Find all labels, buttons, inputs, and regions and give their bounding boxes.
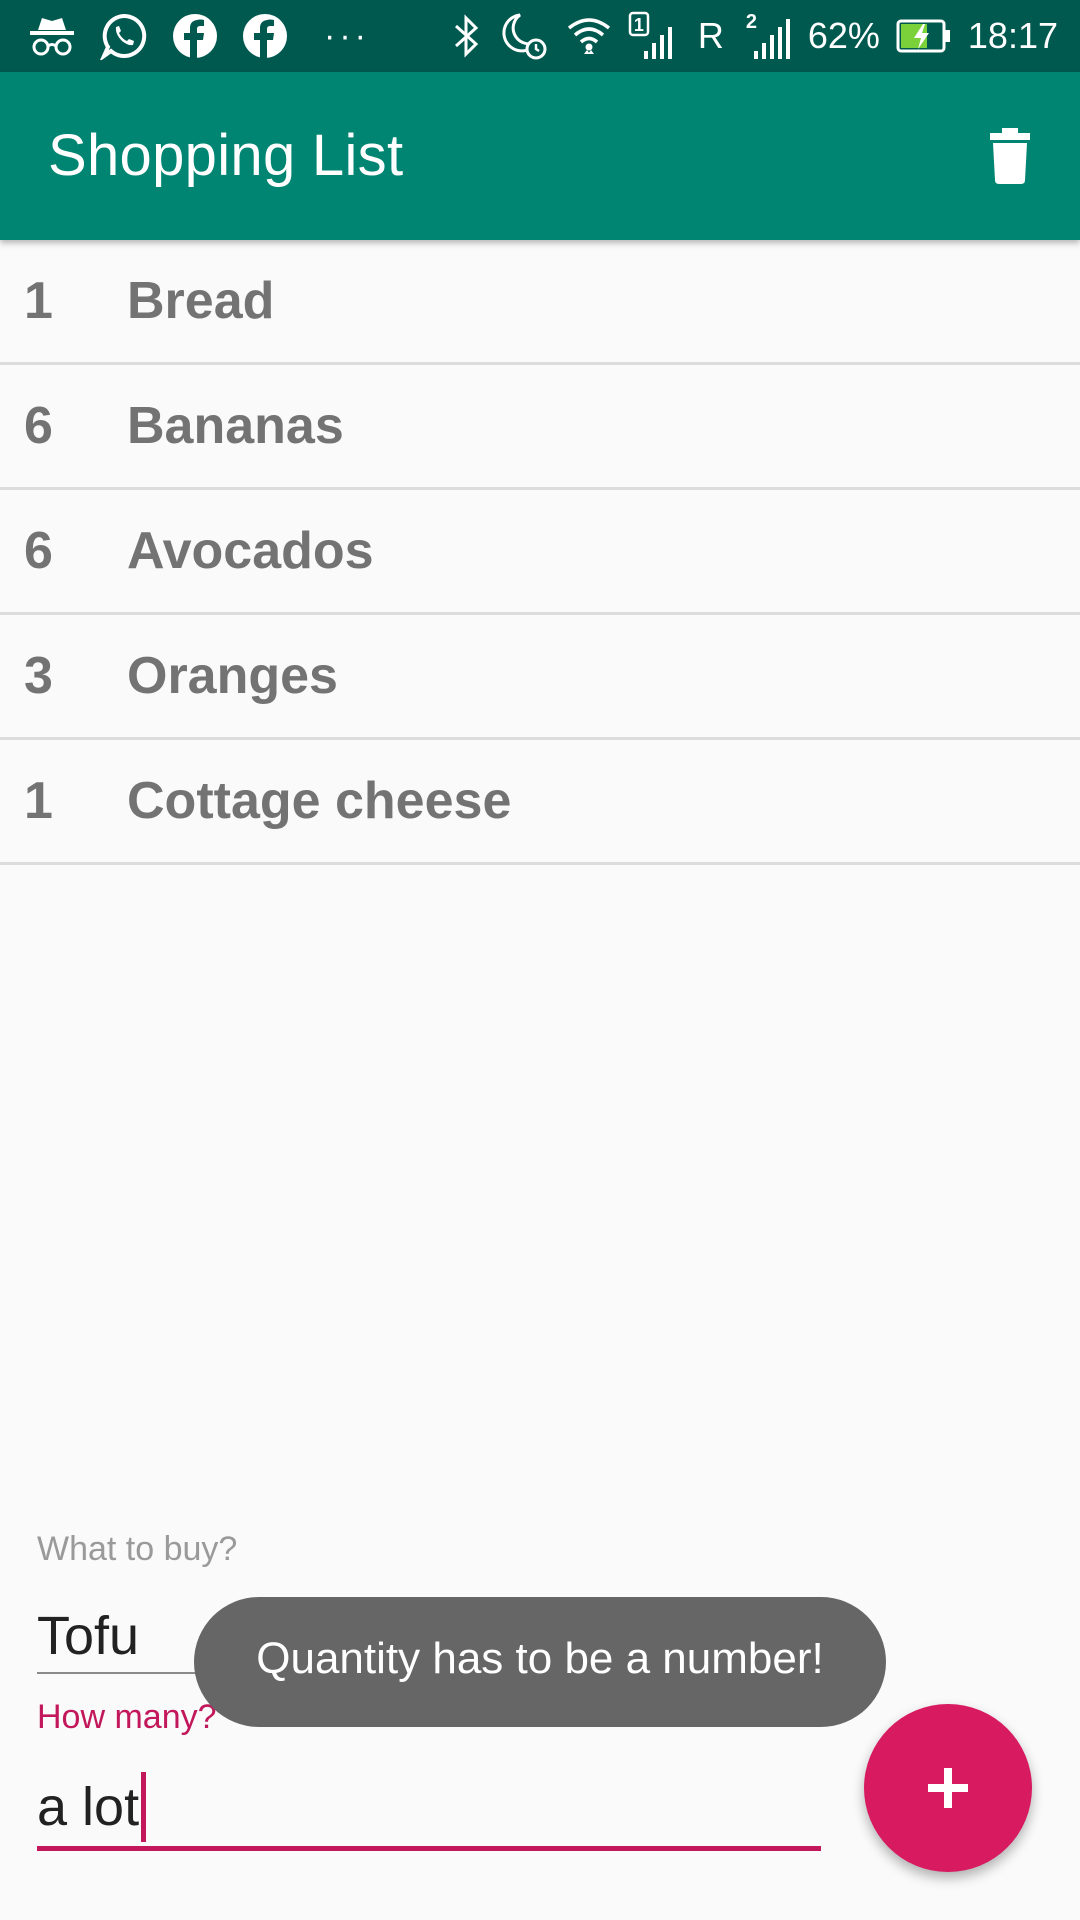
more-notifications-dots: ··· xyxy=(324,16,370,55)
status-bar-system: 1 R 2 62% 18:17 xyxy=(452,10,1058,62)
list-item[interactable]: 1 Cottage cheese xyxy=(0,740,1080,865)
signal-sim2-icon: 2 xyxy=(744,11,792,61)
list-item[interactable]: 1 Bread xyxy=(0,240,1080,365)
quantity-input[interactable]: a lot xyxy=(37,1768,821,1851)
do-not-disturb-alarm-icon xyxy=(498,11,550,61)
item-name: Avocados xyxy=(127,522,374,580)
how-many-label: How many? xyxy=(37,1698,217,1736)
quantity-input-value: a lot xyxy=(37,1777,140,1837)
sim2-label: 2 xyxy=(745,11,757,33)
item-quantity: 1 xyxy=(24,772,53,830)
shopping-list: 1 Bread 6 Bananas 6 Avocados 3 Oranges 1… xyxy=(0,240,1080,865)
trash-icon xyxy=(990,128,1030,184)
list-item[interactable]: 6 Avocados xyxy=(0,490,1080,615)
list-item[interactable]: 6 Bananas xyxy=(0,365,1080,490)
sim1-label: 1 xyxy=(633,15,644,35)
facebook-icon xyxy=(172,13,218,59)
item-name: Cottage cheese xyxy=(127,772,512,830)
status-bar: ··· 1 R 2 62% 18:17 xyxy=(0,0,1080,72)
whatsapp-icon xyxy=(100,12,148,60)
what-to-buy-label: What to buy? xyxy=(37,1530,238,1568)
text-cursor xyxy=(141,1772,147,1842)
roaming-indicator: R xyxy=(697,15,724,56)
app-title: Shopping List xyxy=(48,123,404,188)
battery-percent: 62% xyxy=(807,15,880,56)
item-quantity: 3 xyxy=(24,647,53,705)
list-item[interactable]: 3 Oranges xyxy=(0,615,1080,740)
bluetooth-icon xyxy=(452,14,482,58)
item-quantity: 1 xyxy=(24,272,53,330)
clock: 18:17 xyxy=(967,15,1058,56)
item-quantity: 6 xyxy=(24,522,53,580)
app-bar: Shopping List xyxy=(0,72,1080,240)
signal-sim1-icon: 1 xyxy=(628,11,678,61)
wifi-icon xyxy=(566,14,612,58)
item-name: Bananas xyxy=(127,397,344,455)
delete-all-button[interactable] xyxy=(970,116,1050,196)
item-name: Oranges xyxy=(127,647,338,705)
plus-icon xyxy=(928,1768,968,1808)
add-item-button[interactable] xyxy=(864,1704,1032,1872)
item-quantity: 6 xyxy=(24,397,53,455)
incognito-icon xyxy=(28,14,76,58)
status-bar-notifications: ··· xyxy=(28,10,370,62)
toast-message: Quantity has to be a number! xyxy=(256,1634,824,1683)
battery-charging-icon xyxy=(896,18,952,54)
error-toast: Quantity has to be a number! xyxy=(194,1597,886,1727)
item-name: Bread xyxy=(127,272,275,330)
facebook-icon xyxy=(242,13,288,59)
